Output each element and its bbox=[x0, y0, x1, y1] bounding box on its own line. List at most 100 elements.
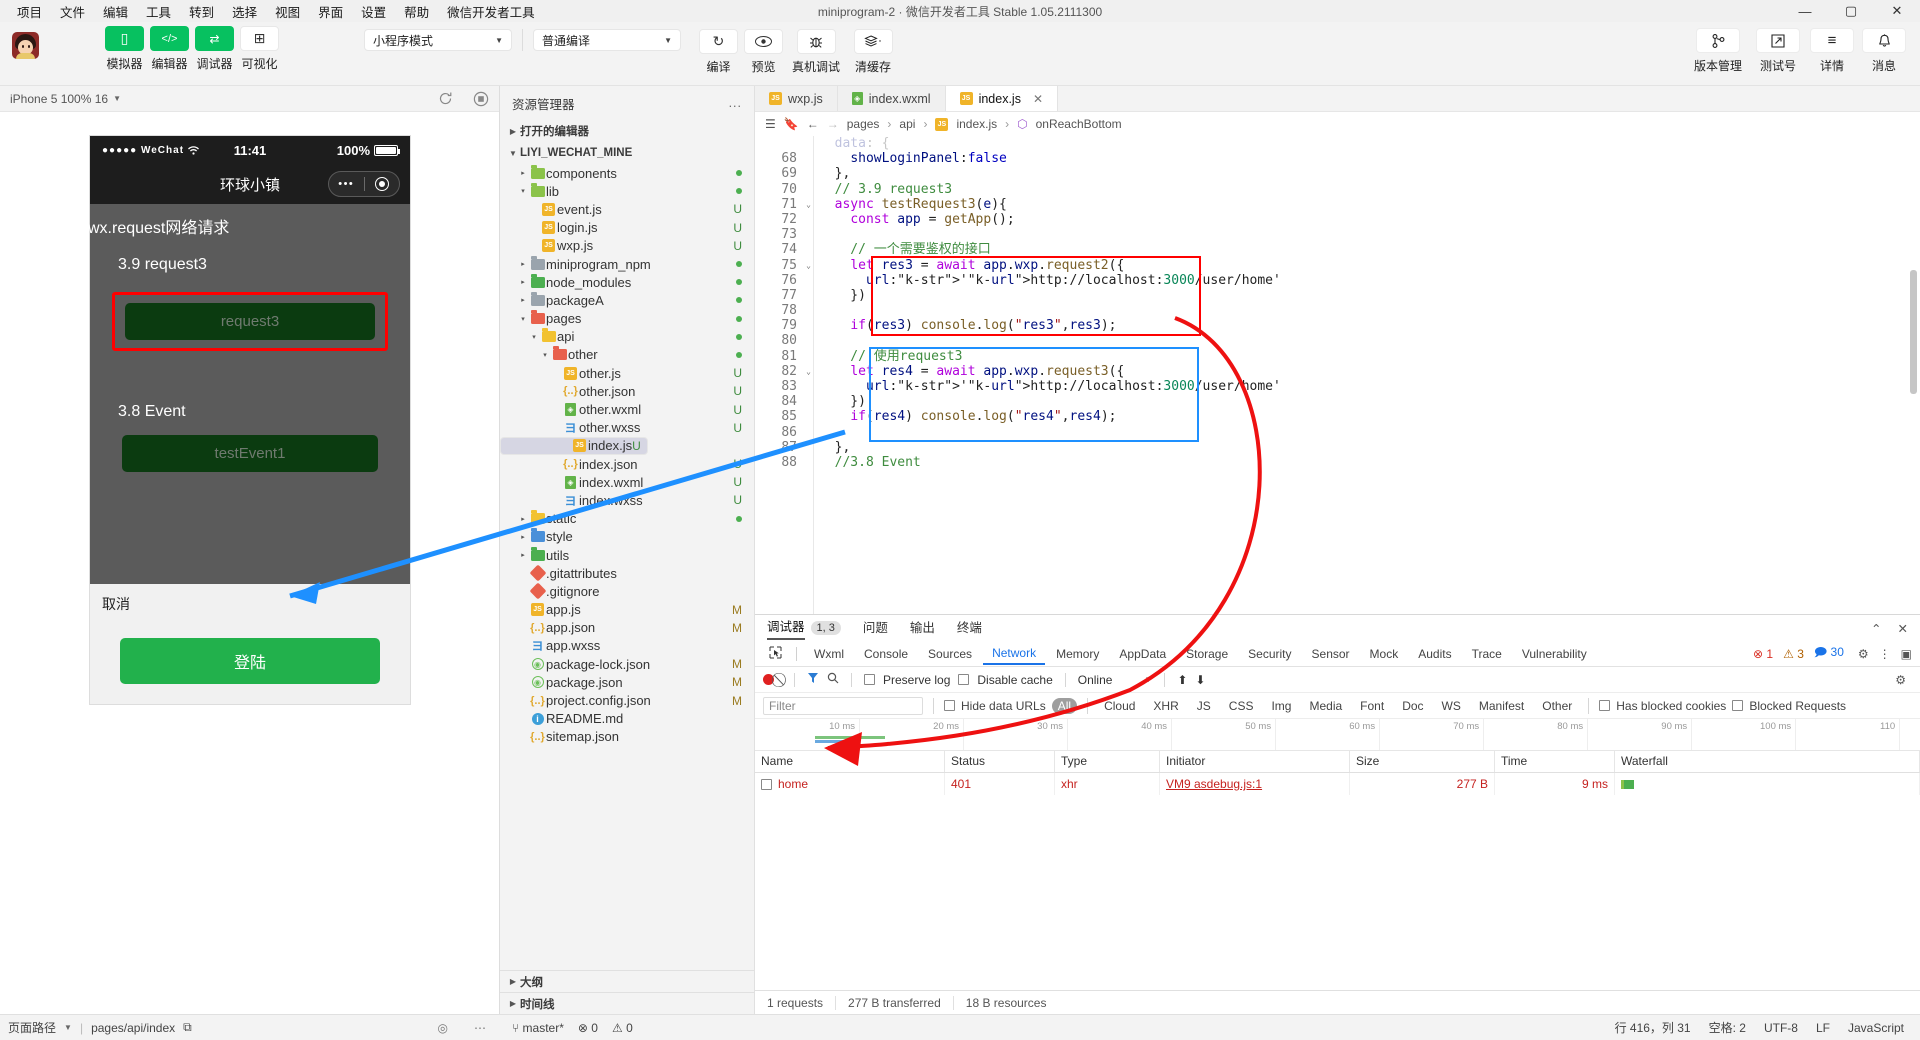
devtools-more-icon[interactable]: ⋮ bbox=[1879, 647, 1891, 661]
tree-item[interactable]: {..} index.json U bbox=[500, 455, 754, 473]
filter-type-font[interactable]: Font bbox=[1354, 698, 1390, 714]
indentation[interactable]: 空格: 2 bbox=[1709, 1019, 1746, 1036]
network-column-header[interactable]: Status bbox=[945, 751, 1055, 772]
devtools-tab-trace[interactable]: Trace bbox=[1463, 644, 1511, 664]
clear-cache-button[interactable]: 清缓存 bbox=[849, 29, 897, 75]
tree-item[interactable]: JS event.js U bbox=[500, 200, 754, 218]
capsule-button[interactable]: ••• bbox=[328, 171, 400, 197]
filter-input[interactable]: Filter bbox=[763, 696, 923, 715]
minimize-button[interactable]: — bbox=[1782, 0, 1828, 22]
code-line[interactable]: }) bbox=[819, 394, 1920, 409]
code-line[interactable]: // 3.9 request3 bbox=[819, 182, 1920, 197]
devtools-tab-sources[interactable]: Sources bbox=[919, 644, 981, 664]
network-column-header[interactable]: Time bbox=[1495, 751, 1615, 772]
tree-item[interactable]: ◉ package-lock.json M bbox=[500, 655, 754, 673]
panel-close-icon[interactable]: ✕ bbox=[1898, 621, 1908, 636]
details-button[interactable]: ≡ 详情 bbox=[1810, 28, 1854, 74]
disable-cache-checkbox[interactable] bbox=[958, 674, 970, 685]
menu-item-goto[interactable]: 转到 bbox=[180, 0, 223, 24]
tree-item[interactable]: ▾ other bbox=[500, 346, 754, 364]
code-line[interactable]: // 使用request3 bbox=[819, 349, 1920, 364]
tree-item[interactable]: .gitignore bbox=[500, 582, 754, 600]
forward-arrow-icon[interactable]: → bbox=[827, 117, 839, 131]
devtools-tab-memory[interactable]: Memory bbox=[1047, 644, 1108, 664]
close-target-icon[interactable] bbox=[365, 177, 400, 191]
tree-item[interactable]: ◈ index.wxml U bbox=[500, 473, 754, 491]
menu-item-view[interactable]: 视图 bbox=[266, 0, 309, 24]
status-warnings[interactable]: ⚠ 0 bbox=[612, 1021, 633, 1035]
menu-item-settings[interactable]: 设置 bbox=[352, 0, 395, 24]
devtools-tab-wxml[interactable]: Wxml bbox=[805, 644, 853, 664]
network-column-header[interactable]: Type bbox=[1055, 751, 1160, 772]
code-line[interactable]: if(res4) console.log("res4",res4); bbox=[819, 409, 1920, 424]
code-line[interactable]: if(res3) console.log("res3",res3); bbox=[819, 318, 1920, 333]
devtools-tab-appdata[interactable]: AppData bbox=[1110, 644, 1175, 664]
blocked-requests-checkbox[interactable] bbox=[1732, 700, 1744, 711]
tree-item[interactable]: JS other.js U bbox=[500, 364, 754, 382]
tree-item[interactable]: ▾ pages bbox=[500, 310, 754, 328]
debugger-toggle[interactable]: ⇄ 调试器 bbox=[195, 26, 234, 72]
filter-icon[interactable] bbox=[807, 672, 819, 687]
menu-item-project[interactable]: 项目 bbox=[8, 0, 51, 24]
timeline-section[interactable]: ▶ 时间线 bbox=[500, 992, 754, 1014]
filter-type-css[interactable]: CSS bbox=[1223, 698, 1260, 714]
editor-tab[interactable]: JS index.js ✕ bbox=[945, 86, 1059, 111]
cursor-position[interactable]: 行 416，列 31 bbox=[1615, 1019, 1691, 1036]
tree-item[interactable]: ▸ node_modules bbox=[500, 273, 754, 291]
tree-item[interactable]: JS login.js U bbox=[500, 219, 754, 237]
close-button[interactable]: ✕ bbox=[1874, 0, 1920, 22]
tree-item[interactable]: ヨ index.wxss U bbox=[500, 491, 754, 509]
chevron-right-icon[interactable]: ▸ bbox=[517, 296, 529, 304]
breadcrumb-pages[interactable]: pages bbox=[847, 117, 880, 131]
code-line[interactable]: showLoginPanel:false bbox=[819, 151, 1920, 166]
panel-tab-problems[interactable]: 问题 bbox=[863, 617, 888, 639]
network-table-body[interactable]: home 401 xhr VM9 asdebug.js:1 277 B9 ms bbox=[755, 773, 1920, 795]
devtools-dock-icon[interactable]: ▣ bbox=[1901, 647, 1912, 661]
code-content[interactable]: data: { showLoginPanel:false }, // 3.9 r… bbox=[803, 136, 1920, 614]
record-icon[interactable] bbox=[763, 674, 774, 685]
tree-item[interactable]: ◉ package.json M bbox=[500, 673, 754, 691]
encoding[interactable]: UTF-8 bbox=[1764, 1021, 1798, 1035]
devtools-tab-security[interactable]: Security bbox=[1239, 644, 1300, 664]
code-editor[interactable]: 68 69 70 71 ⌄ 72 73 74 75 ⌄ 76 77 78 79 80 81 82 ⌄ 83 84 85 8… bbox=[755, 136, 1920, 614]
compile-select[interactable]: 普通编译 ▼ bbox=[533, 29, 681, 51]
chevron-right-icon[interactable]: ▸ bbox=[517, 533, 529, 541]
code-line[interactable]: async testRequest3(e){ bbox=[819, 197, 1920, 212]
export-har-icon[interactable]: ⬇ bbox=[1195, 673, 1205, 687]
test-account-button[interactable]: 测试号 bbox=[1754, 28, 1802, 74]
menu-item-file[interactable]: 文件 bbox=[51, 0, 94, 24]
tree-item[interactable]: {..} app.json M bbox=[500, 619, 754, 637]
editor-scrollbar[interactable] bbox=[1908, 136, 1918, 614]
status-errors[interactable]: ⊗ 0 bbox=[578, 1021, 598, 1035]
filter-type-ws[interactable]: WS bbox=[1436, 698, 1467, 714]
back-arrow-icon[interactable]: ← bbox=[807, 117, 819, 131]
code-line[interactable]: }) bbox=[819, 288, 1920, 303]
breadcrumb-method[interactable]: onReachBottom bbox=[1036, 117, 1122, 131]
tree-item[interactable]: ▸ miniprogram_npm bbox=[500, 255, 754, 273]
devtools-tab-sensor[interactable]: Sensor bbox=[1303, 644, 1359, 664]
code-line[interactable]: }, bbox=[819, 440, 1920, 455]
tree-item[interactable]: ▸ static bbox=[500, 510, 754, 528]
filter-type-all[interactable]: All bbox=[1051, 697, 1078, 714]
code-line[interactable] bbox=[819, 333, 1920, 348]
menu-item-help[interactable]: 帮助 bbox=[395, 0, 438, 24]
devtools-tab-console[interactable]: Console bbox=[855, 644, 917, 664]
devtools-tab-audits[interactable]: Audits bbox=[1409, 644, 1460, 664]
tree-item[interactable]: ▸ utils bbox=[500, 546, 754, 564]
tree-item[interactable]: ヨ app.wxss bbox=[500, 637, 754, 655]
code-line[interactable]: url:"k-str">'"k-url">http://localhost:30… bbox=[819, 273, 1920, 288]
error-count[interactable]: ⊗ 1 bbox=[1753, 647, 1773, 661]
panel-collapse-icon[interactable]: ⌃ bbox=[1871, 621, 1881, 636]
visualize-toggle[interactable]: ⊞ 可视化 bbox=[240, 26, 279, 72]
editor-toggle[interactable]: </> 编辑器 bbox=[150, 26, 189, 72]
import-har-icon[interactable]: ⬆ bbox=[1177, 673, 1187, 687]
menu-item-edit[interactable]: 编辑 bbox=[94, 0, 137, 24]
test-event1-button[interactable]: testEvent1 bbox=[122, 435, 378, 472]
tree-item[interactable]: ▾ api bbox=[500, 328, 754, 346]
menu-item-interface[interactable]: 界面 bbox=[309, 0, 352, 24]
cancel-button[interactable]: 取消 bbox=[90, 584, 410, 624]
outline-list-icon[interactable]: ☰ bbox=[765, 117, 776, 131]
avatar[interactable] bbox=[12, 32, 39, 59]
language-mode[interactable]: JavaScript bbox=[1848, 1021, 1904, 1035]
menu-item-tools[interactable]: 工具 bbox=[137, 0, 180, 24]
